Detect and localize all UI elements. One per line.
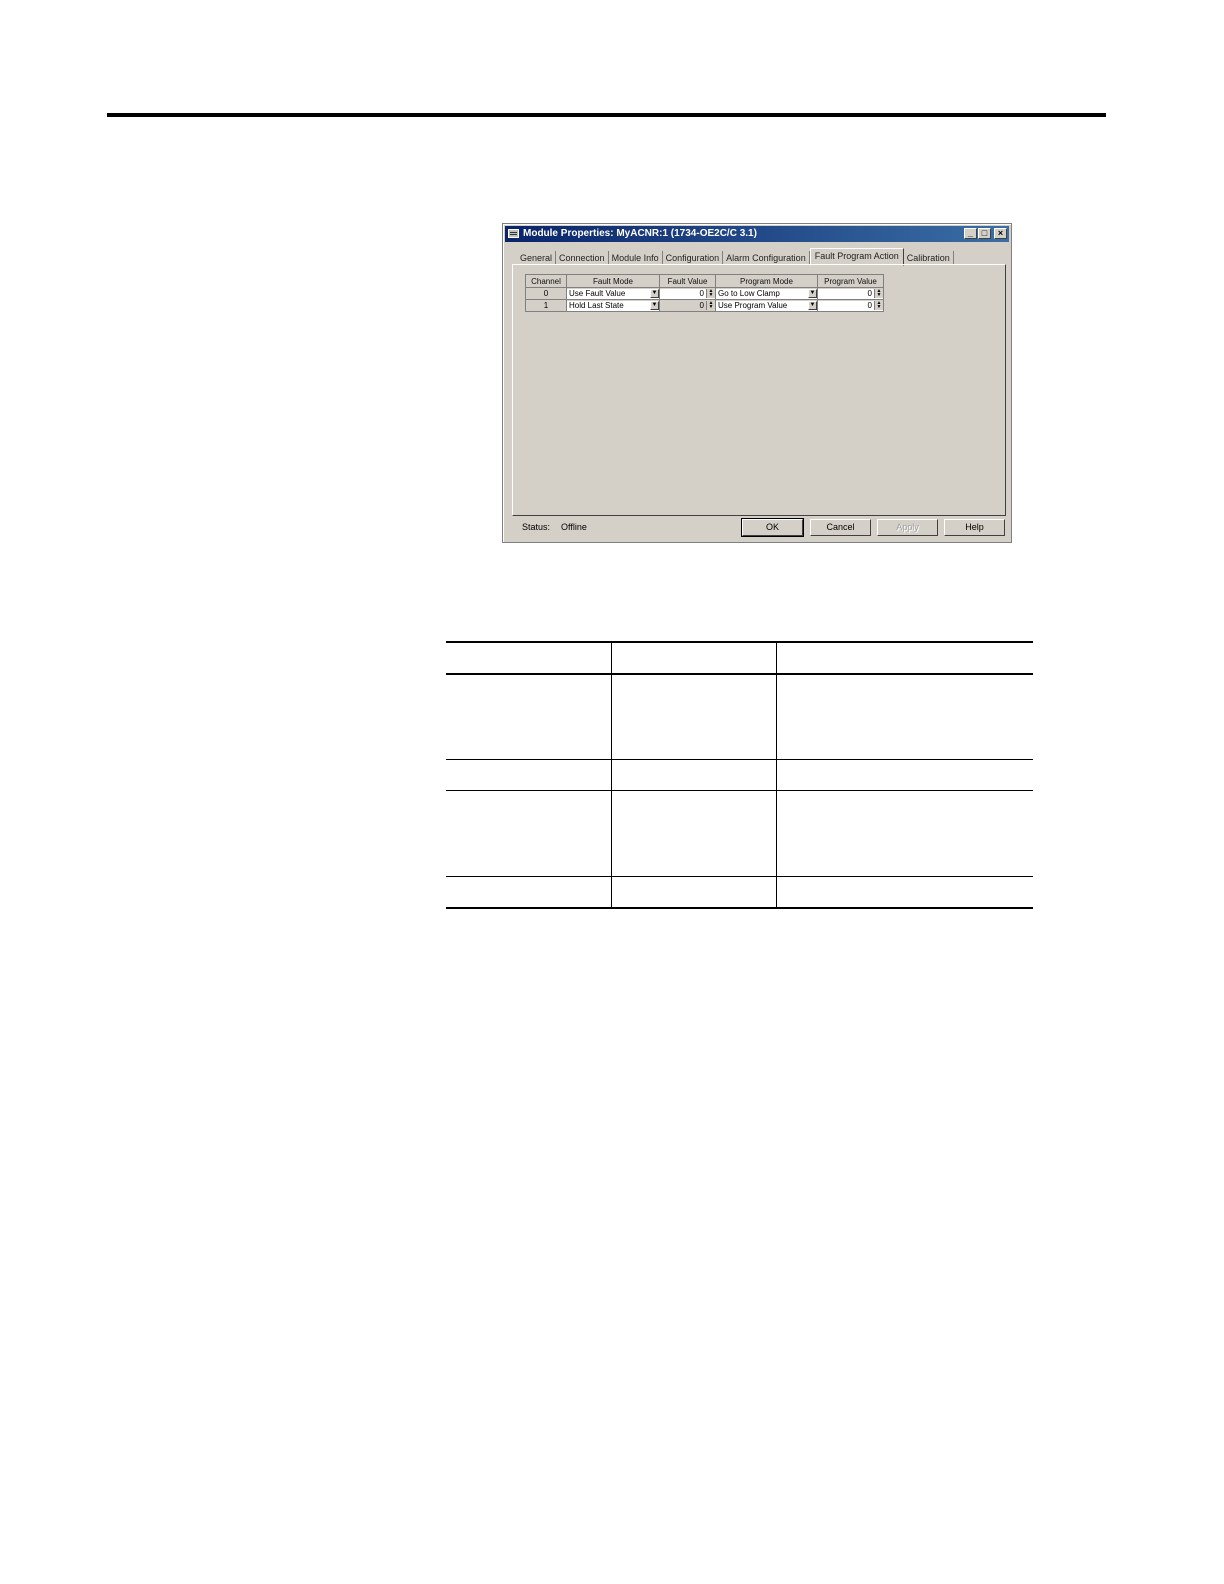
ok-button[interactable]: OK	[741, 518, 804, 537]
program-value-spinner[interactable]: 0 ▲ ▼	[817, 287, 884, 300]
column-header-channel: Channel	[525, 274, 567, 288]
page-top-rule	[107, 113, 1106, 117]
program-mode-value: Use Program Value	[718, 301, 788, 310]
dropdown-arrow-icon[interactable]: ▼	[808, 289, 817, 298]
minimize-icon[interactable]: _	[964, 228, 977, 239]
cancel-button[interactable]: Cancel	[810, 519, 871, 536]
table-column-divider	[611, 641, 612, 908]
program-value-spinner[interactable]: 0 ▲ ▼	[817, 299, 884, 312]
fault-program-action-panel: Channel Fault Mode Fault Value Program M…	[512, 264, 1006, 516]
channel-cell: 1	[525, 299, 567, 312]
table-row: 1 Hold Last State ▼ 0 ▲ ▼ Use Program Value…	[525, 299, 884, 312]
channel-grid: Channel Fault Mode Fault Value Program M…	[525, 274, 884, 312]
table-rule-row	[446, 876, 1033, 877]
tab-configuration[interactable]: Configuration	[663, 251, 724, 265]
maximize-icon[interactable]: □	[978, 228, 991, 239]
tab-alarm-configuration[interactable]: Alarm Configuration	[723, 251, 810, 265]
fault-mode-value: Hold Last State	[569, 301, 624, 310]
close-icon[interactable]: ×	[994, 228, 1007, 239]
program-mode-select[interactable]: Go to Low Clamp ▼	[715, 287, 818, 300]
dropdown-arrow-icon[interactable]: ▼	[650, 301, 659, 310]
tab-strip: General Connection Module Info Configura…	[517, 248, 954, 266]
program-mode-select[interactable]: Use Program Value ▼	[715, 299, 818, 312]
fault-value-spinner[interactable]: 0 ▲ ▼	[659, 287, 716, 300]
dialog-title-bar[interactable]: Module Properties: MyACNR:1 (1734-OE2C/C…	[505, 226, 1009, 242]
table-rule-row	[446, 790, 1033, 791]
column-header-fault-value: Fault Value	[659, 274, 716, 288]
dropdown-arrow-icon[interactable]: ▼	[808, 301, 817, 310]
table-rule-header	[446, 673, 1033, 675]
spinner-arrows-icon: ▲ ▼	[706, 301, 715, 310]
status-label: Status:	[522, 522, 551, 532]
dropdown-arrow-icon[interactable]: ▼	[650, 289, 659, 298]
fault-value-spinner: 0 ▲ ▼	[659, 299, 716, 312]
table-row: 0 Use Fault Value ▼ 0 ▲ ▼ Go to Low Clamp ▼ …	[525, 287, 884, 300]
spinner-arrows-icon[interactable]: ▲ ▼	[706, 289, 715, 298]
tab-module-info[interactable]: Module Info	[609, 251, 663, 265]
table-rule-bottom	[446, 907, 1033, 909]
channel-cell: 0	[525, 287, 567, 300]
window-controls: _ □ ×	[964, 228, 1007, 239]
spinner-arrows-icon[interactable]: ▲ ▼	[874, 301, 883, 310]
tab-calibration[interactable]: Calibration	[904, 251, 954, 265]
table-column-divider	[776, 641, 777, 908]
column-header-program-value: Program Value	[817, 274, 884, 288]
fault-mode-select[interactable]: Use Fault Value ▼	[566, 287, 660, 300]
status-value: Offline	[561, 522, 587, 532]
fault-mode-select[interactable]: Hold Last State ▼	[566, 299, 660, 312]
table-rule-row	[446, 759, 1033, 760]
module-properties-dialog: Module Properties: MyACNR:1 (1734-OE2C/C…	[502, 223, 1012, 543]
fault-mode-value: Use Fault Value	[569, 289, 626, 298]
help-button[interactable]: Help	[944, 519, 1005, 536]
spinner-arrows-icon[interactable]: ▲ ▼	[874, 289, 883, 298]
table-rule-top	[446, 641, 1033, 643]
column-header-fault-mode: Fault Mode	[566, 274, 660, 288]
tab-connection[interactable]: Connection	[556, 251, 609, 265]
column-header-program-mode: Program Mode	[715, 274, 818, 288]
dialog-title: Module Properties: MyACNR:1 (1734-OE2C/C…	[523, 228, 757, 239]
window-app-icon	[508, 229, 519, 238]
program-mode-value: Go to Low Clamp	[718, 289, 780, 298]
apply-button: Apply	[877, 519, 938, 536]
tab-general[interactable]: General	[517, 251, 557, 265]
